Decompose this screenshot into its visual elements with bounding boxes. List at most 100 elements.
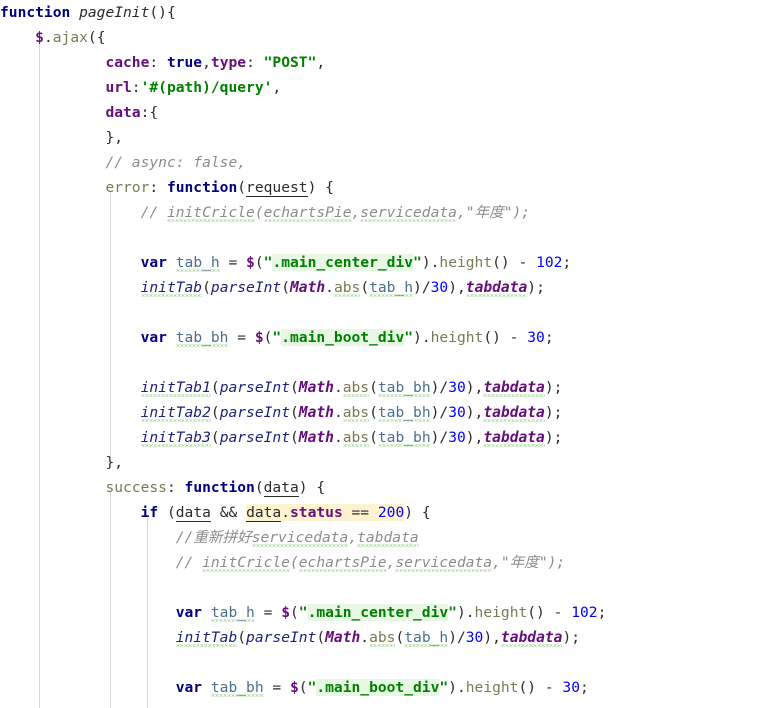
token-string: " xyxy=(298,604,308,621)
token-method: height xyxy=(439,254,493,271)
token-identifier: tabdata xyxy=(483,429,545,446)
token-property: data xyxy=(105,104,141,121)
token-identifier: tab_h xyxy=(404,629,449,646)
code-line[interactable]: initTab2(parseInt(Math.abs(tab_bh)/30),t… xyxy=(0,400,562,425)
token-method: height xyxy=(474,604,528,621)
code-line[interactable]: initTab1(parseInt(Math.abs(tab_bh)/30),t… xyxy=(0,375,562,400)
token-string-highlighted: .main_boot_div xyxy=(281,329,405,346)
token-identifier: tab_bh xyxy=(377,379,431,396)
token-keyword: var xyxy=(140,254,167,271)
token-keyword: function xyxy=(0,4,71,21)
code-line[interactable]: var tab_h = $(".main_center_div").height… xyxy=(0,250,571,275)
token-string-highlighted: .main_center_div xyxy=(272,254,414,271)
token-method: abs xyxy=(369,629,396,646)
code-line[interactable]: if (data && data.status == 200) { xyxy=(0,500,431,525)
token-jquery: $ xyxy=(246,254,255,271)
code-line[interactable]: // initCricle(echartsPie,servicedata,"年度… xyxy=(0,200,530,225)
token-property: type xyxy=(210,54,247,71)
token-identifier: tab_bh xyxy=(175,329,229,346)
code-line[interactable]: }, xyxy=(0,450,123,475)
token-keyword: function xyxy=(184,479,255,496)
token-function-call: initTab xyxy=(140,279,203,296)
code-line[interactable]: // async: false, xyxy=(0,150,246,175)
code-line[interactable]: var tab_h = $(".main_center_div").height… xyxy=(0,600,606,625)
token-string: "POST" xyxy=(263,54,317,71)
token-boolean: true xyxy=(166,54,203,71)
token-function-call: parseInt xyxy=(219,379,290,396)
token-function-name: pageInit xyxy=(79,4,150,21)
token-function-call: initTab2 xyxy=(140,404,211,421)
code-line[interactable]: url:'#(path)/query', xyxy=(0,75,281,100)
code-editor[interactable]: function pageInit(){ $.ajax({ cache: tru… xyxy=(0,0,771,708)
token-identifier: tabdata xyxy=(465,279,528,296)
token-jquery: $ xyxy=(35,29,44,46)
token-string-highlighted: .main_boot_div xyxy=(316,679,440,696)
token-identifier: tab_h xyxy=(175,254,220,271)
token-number: 102 xyxy=(536,254,563,271)
code-line[interactable]: }, xyxy=(0,125,123,150)
token-identifier: tab_bh xyxy=(210,679,264,696)
token-keyword: var xyxy=(175,604,203,621)
token-number: 30 xyxy=(562,679,580,696)
token-number: 30 xyxy=(448,429,466,446)
code-line[interactable]: $.ajax({ xyxy=(0,25,105,50)
token-comment-misspelled: tabdata xyxy=(357,529,419,546)
token-function-call: initTab xyxy=(175,629,238,646)
token-object-key: success xyxy=(105,479,167,496)
token-identifier: tabdata xyxy=(483,404,545,421)
token-number: 30 xyxy=(448,379,466,396)
code-line[interactable]: success: function(data) { xyxy=(0,475,325,500)
token-identifier: tabdata xyxy=(500,629,563,646)
token-keyword: var xyxy=(175,679,203,696)
token-class: Math xyxy=(298,404,334,421)
token-comment-misspelled: servicedata xyxy=(395,554,493,571)
token-string-highlighted: .main_center_div xyxy=(307,604,449,621)
token-comment: //重新拼好 xyxy=(175,529,252,546)
token-parameter: data xyxy=(175,504,211,522)
token-method: abs xyxy=(333,279,361,296)
token-comment: // xyxy=(175,554,203,571)
token-identifier: tab_h xyxy=(369,279,414,296)
token-function-call: parseInt xyxy=(210,279,282,296)
token-identifier: tab_bh xyxy=(377,429,431,446)
token-string: " xyxy=(272,329,282,346)
token-comment: // async: false, xyxy=(105,154,247,171)
token-class: Math xyxy=(325,629,361,646)
token-jquery: $ xyxy=(289,679,299,696)
token-function-call: parseInt xyxy=(219,429,290,446)
token-function-call: parseInt xyxy=(246,629,317,646)
token-comment-misspelled: servicedata xyxy=(360,204,457,221)
token-comment: // xyxy=(140,204,167,221)
token-identifier: tab_h xyxy=(210,604,255,621)
code-line[interactable]: cache: true,type: "POST", xyxy=(0,50,325,75)
code-line[interactable]: function pageInit(){ xyxy=(0,0,176,25)
code-line[interactable]: initTab(parseInt(Math.abs(tab_h)/30),tab… xyxy=(0,625,580,650)
token-method: height xyxy=(430,329,484,346)
token-class: Math xyxy=(290,279,326,296)
token-keyword: var xyxy=(140,329,167,346)
token-highlighted-expression: data.status == 200 xyxy=(246,504,405,522)
code-line[interactable]: data:{ xyxy=(0,100,158,125)
token-comment-misspelled: servicedata xyxy=(251,529,349,546)
token-method: height xyxy=(465,679,519,696)
token-jquery: $ xyxy=(281,604,290,621)
code-line[interactable]: initTab3(parseInt(Math.abs(tab_bh)/30),t… xyxy=(0,425,562,450)
token-comment-misspelled: initCricle xyxy=(202,554,290,571)
token-parameter: data xyxy=(263,479,299,497)
token-method: abs xyxy=(342,379,370,396)
token-number: 30 xyxy=(465,629,484,646)
token-string: '#(path)/query' xyxy=(140,79,273,96)
token-number: 30 xyxy=(527,329,545,346)
code-line[interactable]: var tab_bh = $(".main_boot_div").height(… xyxy=(0,675,589,700)
token-method: abs xyxy=(342,429,370,446)
code-line[interactable]: //重新拼好servicedata,tabdata xyxy=(0,525,419,550)
token-number: 30 xyxy=(430,279,449,296)
token-function-call: initTab3 xyxy=(140,429,211,446)
code-line[interactable]: error: function(request) { xyxy=(0,175,334,200)
token-property: cache xyxy=(105,54,150,71)
code-line[interactable]: var tab_bh = $(".main_boot_div").height(… xyxy=(0,325,554,350)
code-line[interactable]: initTab(parseInt(Math.abs(tab_h)/30),tab… xyxy=(0,275,545,300)
token-comment-misspelled: initCricle xyxy=(166,204,255,221)
token-keyword: if xyxy=(140,504,159,521)
code-line[interactable]: // initCricle(echartsPie,servicedata,"年度… xyxy=(0,550,565,575)
